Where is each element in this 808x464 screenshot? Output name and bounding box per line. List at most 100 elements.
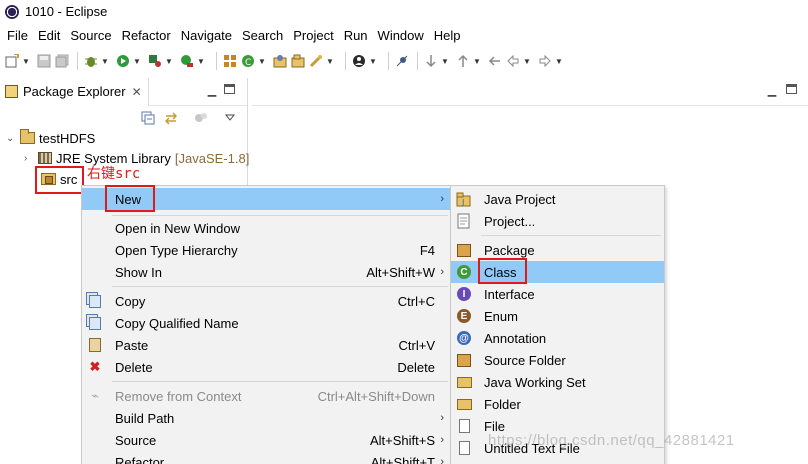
menu-item-source[interactable]: Source Alt+Shift+S › [82, 429, 450, 451]
next-annotation-dropdown-icon[interactable]: ▼ [441, 52, 449, 70]
menu-item-show-in[interactable]: Show In Alt+Shift+W › [82, 261, 450, 283]
previous-annotation-dropdown-icon[interactable]: ▼ [473, 52, 481, 70]
submenu-item-annotation[interactable]: @ Annotation [451, 327, 664, 349]
external-tools-icon[interactable] [179, 52, 195, 70]
submenu-item-source-folder[interactable]: Source Folder [451, 349, 664, 371]
maximize-icon[interactable] [224, 84, 236, 96]
close-icon[interactable]: ✕ [132, 85, 142, 99]
menu-item-copy-qualified-name[interactable]: Copy Qualified Name [82, 312, 450, 334]
tree-item-project[interactable]: ⌄ testHDFS [6, 128, 95, 148]
profile-icon[interactable] [351, 52, 367, 70]
enum-icon: E [456, 308, 472, 324]
forward-dropdown-icon[interactable]: ▼ [555, 52, 563, 70]
menu-item-refactor[interactable]: Refactor Alt+Shift+T › [82, 451, 450, 464]
submenu-arrow-icon: › [440, 412, 444, 424]
title-bar: 1010 - Eclipse [0, 0, 808, 23]
submenu-item-label: Annotation [484, 330, 547, 346]
link-with-editor-icon[interactable] [163, 110, 179, 126]
submenu-item-java-project[interactable]: J Java Project [451, 188, 664, 210]
previous-annotation-icon[interactable] [455, 52, 471, 70]
menu-help[interactable]: Help [429, 28, 466, 43]
submenu-item-enum[interactable]: E Enum [451, 305, 664, 327]
annotation-box-class [478, 258, 527, 284]
minimize-icon[interactable]: ▁ [766, 86, 778, 98]
search-dropdown-icon[interactable]: ▼ [326, 52, 334, 70]
svg-text:J: J [461, 198, 464, 207]
submenu-item-label: Source Folder [484, 352, 566, 368]
submenu-item-label: Java Working Set [484, 374, 586, 390]
toolbar-separator [388, 52, 389, 70]
new-java-class-icon[interactable]: C [240, 52, 256, 70]
open-type-icon[interactable] [272, 52, 288, 70]
submenu-item-label: Package [484, 242, 535, 258]
external-tools-dropdown-icon[interactable]: ▼ [197, 52, 205, 70]
collapse-all-icon[interactable] [140, 110, 156, 126]
context-menu: New › Open in New Window Open Type Hiera… [81, 185, 451, 464]
menu-project[interactable]: Project [288, 28, 338, 43]
submenu-arrow-icon: › [440, 456, 444, 464]
menu-item-shortcut: F4 [419, 242, 435, 258]
menu-item-copy[interactable]: Copy Ctrl+C [82, 290, 450, 312]
menu-item-open-type-hierarchy[interactable]: Open Type Hierarchy F4 [82, 239, 450, 261]
new-java-project-icon[interactable] [222, 52, 238, 70]
minimize-icon[interactable]: ▁ [206, 86, 218, 98]
debug-dropdown-icon[interactable]: ▼ [101, 52, 109, 70]
new-submenu: J Java Project Project... Package C Clas… [450, 185, 665, 464]
view-menu-icon[interactable] [222, 110, 238, 126]
forward-icon[interactable] [537, 52, 553, 70]
menu-item-delete[interactable]: ✖ Delete Delete [82, 356, 450, 378]
expanded-arrow-icon[interactable]: ⌄ [6, 133, 16, 144]
remove-context-icon: ⌁ [91, 388, 99, 403]
menu-window[interactable]: Window [373, 28, 429, 43]
new-java-class-dropdown-icon[interactable]: ▼ [258, 52, 266, 70]
menu-item-remove-from-context: ⌁ Remove from Context Ctrl+Alt+Shift+Dow… [82, 385, 450, 407]
menu-bar: File Edit Source Refactor Navigate Searc… [0, 25, 466, 45]
menu-item-label: Open Type Hierarchy [115, 242, 238, 258]
menu-item-label: Show In [115, 264, 162, 280]
menu-navigate[interactable]: Navigate [176, 28, 237, 43]
run-icon[interactable] [115, 52, 131, 70]
main-toolbar: ▼ ▼ ▼ ▼ ▼ C ▼ ▼ ▼ ▼ ▼ ▼ ▼ [0, 48, 808, 74]
submenu-item-project[interactable]: Project... [451, 210, 664, 232]
profile-dropdown-icon[interactable]: ▼ [369, 52, 377, 70]
menu-separator [112, 215, 448, 216]
menu-item-paste[interactable]: Paste Ctrl+V [82, 334, 450, 356]
interface-icon: I [456, 286, 472, 302]
collapsed-arrow-icon[interactable]: › [24, 153, 34, 164]
tab-package-explorer[interactable]: Package Explorer ✕ [0, 77, 149, 106]
save-all-icon[interactable] [54, 52, 70, 70]
submenu-item-folder[interactable]: Folder [451, 393, 664, 415]
coverage-dropdown-icon[interactable]: ▼ [165, 52, 173, 70]
menu-item-build-path[interactable]: Build Path › [82, 407, 450, 429]
package-explorer-tabbar: Package Explorer ✕ ▁ [0, 77, 247, 106]
back-dropdown-icon[interactable]: ▼ [523, 52, 531, 70]
menu-item-open-in-new-window[interactable]: Open in New Window [82, 217, 450, 239]
submenu-item-interface[interactable]: I Interface [451, 283, 664, 305]
next-annotation-icon[interactable] [423, 52, 439, 70]
search-icon[interactable] [308, 52, 324, 70]
menu-refactor[interactable]: Refactor [117, 28, 176, 43]
annotation-icon: @ [456, 330, 472, 346]
submenu-item-java-working-set[interactable]: Java Working Set [451, 371, 664, 393]
debug-icon[interactable] [83, 52, 99, 70]
focus-on-task-icon[interactable] [193, 110, 209, 126]
menu-search[interactable]: Search [237, 28, 288, 43]
run-dropdown-icon[interactable]: ▼ [133, 52, 141, 70]
back-icon[interactable] [505, 52, 521, 70]
annotation-box-new [105, 185, 155, 212]
new-icon[interactable] [4, 52, 20, 70]
menu-item-shortcut: Ctrl+V [398, 337, 435, 353]
coverage-icon[interactable] [147, 52, 163, 70]
submenu-item-label: Java Project [484, 191, 556, 207]
menu-edit[interactable]: Edit [33, 28, 65, 43]
menu-run[interactable]: Run [339, 28, 373, 43]
new-dropdown-icon[interactable]: ▼ [22, 52, 30, 70]
save-icon[interactable] [36, 52, 52, 70]
menu-file[interactable]: File [2, 28, 33, 43]
menu-source[interactable]: Source [65, 28, 116, 43]
toggle-breakpoint-icon[interactable] [394, 52, 410, 70]
open-task-icon[interactable] [290, 52, 306, 70]
maximize-icon[interactable] [786, 84, 798, 96]
last-edit-icon[interactable] [487, 52, 503, 70]
menu-item-label: Copy [115, 293, 146, 309]
